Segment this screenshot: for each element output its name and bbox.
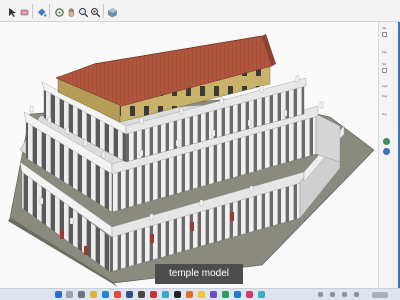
photos-icon[interactable] bbox=[162, 291, 169, 298]
eraser-tool-icon[interactable] bbox=[19, 5, 30, 16]
tray-label-light: Ligh bbox=[382, 84, 388, 88]
select-tool-icon[interactable] bbox=[7, 5, 18, 17]
tray-checkbox[interactable] bbox=[382, 68, 387, 73]
zoom-extents-icon[interactable] bbox=[90, 5, 101, 18]
file-explorer-icon[interactable] bbox=[90, 291, 97, 298]
start-icon[interactable] bbox=[55, 291, 62, 298]
chat-icon[interactable] bbox=[210, 291, 217, 298]
toolbar-divider bbox=[103, 4, 104, 18]
sketchup-icon[interactable] bbox=[150, 291, 157, 298]
settings-icon[interactable] bbox=[138, 291, 145, 298]
terminal-icon[interactable] bbox=[174, 291, 181, 298]
zoom-tool-icon[interactable] bbox=[78, 5, 89, 18]
notes-icon[interactable] bbox=[198, 291, 205, 298]
tray-label-styles: Sty bbox=[382, 62, 387, 66]
volume-icon[interactable] bbox=[342, 292, 347, 297]
pan-tool-icon[interactable] bbox=[66, 5, 77, 17]
tray-chevron-icon[interactable] bbox=[318, 292, 323, 297]
os-taskbar bbox=[0, 288, 400, 300]
search-icon[interactable] bbox=[66, 291, 73, 298]
mail-icon[interactable] bbox=[114, 291, 121, 298]
tray-label-views: Vie bbox=[382, 26, 387, 30]
main-toolbar bbox=[0, 0, 400, 22]
sketchup-window: Vie Fac Sty Ligh Fog Hig temple model bbox=[0, 0, 400, 288]
camera-icon[interactable] bbox=[222, 291, 229, 298]
tray-label-fog: Fog bbox=[382, 94, 388, 98]
tray-label-highlight: Hig bbox=[382, 112, 387, 116]
shaded-style-icon[interactable] bbox=[107, 5, 118, 18]
wifi-icon[interactable] bbox=[330, 292, 335, 297]
model-viewport[interactable] bbox=[0, 22, 379, 288]
video-caption: temple model bbox=[155, 264, 243, 284]
store-icon[interactable] bbox=[126, 291, 133, 298]
maps-icon[interactable] bbox=[234, 291, 241, 298]
toolbar-divider bbox=[49, 4, 50, 18]
browser-icon[interactable] bbox=[102, 291, 109, 298]
blue-circle-icon[interactable] bbox=[383, 148, 390, 155]
battery-icon[interactable] bbox=[354, 292, 359, 297]
toolbar-divider bbox=[32, 4, 33, 18]
task-view-icon[interactable] bbox=[78, 291, 85, 298]
temple-model-render bbox=[8, 34, 375, 287]
paint-icon[interactable] bbox=[258, 291, 265, 298]
default-tray-panel: Vie Fac Sty Ligh Fog Hig bbox=[378, 22, 400, 288]
tray-label-faces: Fac bbox=[382, 50, 388, 54]
calendar-icon[interactable] bbox=[246, 291, 253, 298]
green-circle-icon[interactable] bbox=[383, 138, 390, 145]
music-icon[interactable] bbox=[186, 291, 193, 298]
orbit-tool-icon[interactable] bbox=[54, 5, 65, 17]
tray-checkbox[interactable] bbox=[382, 32, 387, 37]
paint-bucket-tool-icon[interactable] bbox=[36, 5, 47, 17]
clock-widget[interactable] bbox=[372, 292, 388, 298]
